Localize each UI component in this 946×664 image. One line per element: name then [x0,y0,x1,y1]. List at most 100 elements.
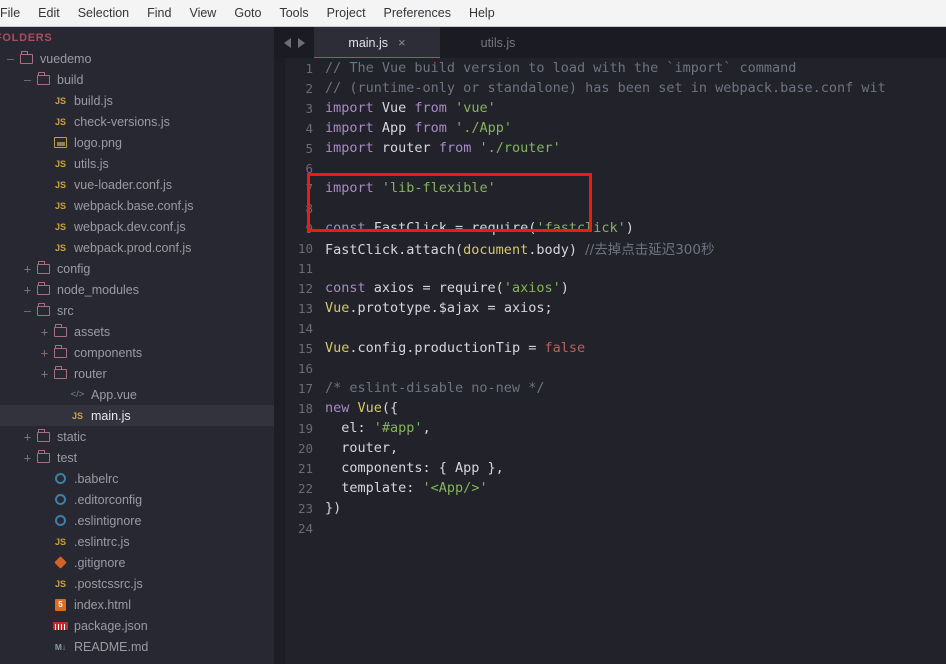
line-content: Vue.prototype.$ajax = axios; [323,300,553,316]
expand-icon[interactable]: + [38,347,51,359]
tree-file-webpack-base-conf-js[interactable]: JS webpack.base.conf.js [0,195,274,216]
tree-file-editorconfig[interactable]: .editorconfig [0,489,274,510]
expand-icon[interactable]: + [21,263,34,275]
tree-file-build-js[interactable]: JS build.js [0,90,274,111]
tree-file-gitignore[interactable]: .gitignore [0,552,274,573]
expand-icon[interactable]: + [38,326,51,338]
menu-item-help[interactable]: Help [460,2,504,25]
tree-file-main-js[interactable]: JS main.js [0,405,274,426]
code-lines[interactable]: 1 // The Vue build version to load with t… [274,58,946,664]
menu-item-tools[interactable]: Tools [270,2,317,25]
tab-close-icon[interactable]: × [398,36,406,49]
menu-item-project[interactable]: Project [318,2,375,25]
code-token: // The Vue build version to load with th… [325,60,797,76]
tab-utils-js[interactable]: utils.js [440,27,566,58]
tree-file-postcssrc-js[interactable]: JS .postcssrc.js [0,573,274,594]
menu-item-preferences[interactable]: Preferences [375,2,460,25]
code-token: ) [625,220,634,236]
tree-file-package-json[interactable]: package.json [0,615,274,636]
line-number: 3 [305,100,313,116]
tree-item-label: vue-loader.conf.js [74,177,172,192]
tree-folder-build[interactable]: – build [0,69,274,90]
line-content: // (runtime-only or standalone) has been… [323,80,886,96]
tree-file-eslintignore[interactable]: .eslintignore [0,510,274,531]
code-line[interactable]: 11 [274,258,946,278]
menu-item-selection[interactable]: Selection [69,2,138,25]
tab-next-arrow-icon[interactable] [297,37,305,48]
code-line[interactable]: 4 import App from './App' [274,118,946,138]
code-line[interactable]: 3 import Vue from 'vue' [274,98,946,118]
tree-folder-static[interactable]: + static [0,426,274,447]
open-tabs[interactable]: main.js × utils.js [314,27,566,58]
code-line[interactable]: 5 import router from './router' [274,138,946,158]
code-line[interactable]: 22 template: '<App/>' [274,478,946,498]
code-line[interactable]: 20 router, [274,438,946,458]
line-number: 19 [297,420,313,436]
tree-folder-config[interactable]: + config [0,258,274,279]
line-content: const FastClick = require('fastclick') [323,220,634,236]
tree-folder-test[interactable]: + test [0,447,274,468]
sidebar-file-tree[interactable]: FOLDERS – vuedemo – build JS build.js JS check-… [0,27,274,664]
code-line[interactable]: 14 [274,318,946,338]
tree-folder-node-modules[interactable]: + node_modules [0,279,274,300]
file-tree-list[interactable]: – vuedemo – build JS build.js JS check-versions… [0,48,274,657]
tree-file-utils-js[interactable]: JS utils.js [0,153,274,174]
tree-file-check-versions-js[interactable]: JS check-versions.js [0,111,274,132]
code-line[interactable]: 13 Vue.prototype.$ajax = axios; [274,298,946,318]
code-line[interactable]: 8 [274,198,946,218]
tree-file-app-vue[interactable]: </> App.vue [0,384,274,405]
tab-prev-arrow-icon[interactable] [283,37,291,48]
code-line[interactable]: 16 [274,358,946,378]
tree-folder-components[interactable]: + components [0,342,274,363]
menu-item-view[interactable]: View [180,2,225,25]
line-number: 16 [297,360,313,376]
line-number: 15 [297,340,313,356]
menu-item-find[interactable]: Find [138,2,180,25]
expand-icon[interactable]: + [21,452,34,464]
tree-folder-src[interactable]: – src [0,300,274,321]
code-line[interactable]: 18 new Vue({ [274,398,946,418]
tree-file-webpack-prod-conf-js[interactable]: JS webpack.prod.conf.js [0,237,274,258]
code-line[interactable]: 15 Vue.config.productionTip = false [274,338,946,358]
collapse-icon[interactable]: – [21,305,34,317]
menu-item-file[interactable]: File [0,2,29,25]
menu-item-edit[interactable]: Edit [29,2,69,25]
code-line[interactable]: 24 [274,518,946,538]
line-content: Vue.config.productionTip = false [323,340,585,356]
tree-folder-vuedemo[interactable]: – vuedemo [0,48,274,69]
code-line[interactable]: 6 [274,158,946,178]
code-line[interactable]: 12 const axios = require('axios') [274,278,946,298]
tree-file-eslintrc-js[interactable]: JS .eslintrc.js [0,531,274,552]
code-area[interactable]: 1 // The Vue build version to load with t… [274,58,946,664]
folder-icon [34,261,53,276]
code-token: .config.productionTip = [349,340,545,356]
tree-file-readme-md[interactable]: M↓ README.md [0,636,274,657]
tree-file-webpack-dev-conf-js[interactable]: JS webpack.dev.conf.js [0,216,274,237]
tab-main-js[interactable]: main.js × [314,27,440,58]
expand-icon[interactable]: + [21,431,34,443]
tab-nav-arrows[interactable] [274,27,314,58]
tree-item-label: App.vue [91,387,137,402]
code-line[interactable]: 9 const FastClick = require('fastclick') [274,218,946,238]
code-line[interactable]: 2 // (runtime-only or standalone) has bee… [274,78,946,98]
tree-file-vue-loader-conf-js[interactable]: JS vue-loader.conf.js [0,174,274,195]
code-line[interactable]: 23}) [274,498,946,518]
code-line[interactable]: 21 components: { App }, [274,458,946,478]
tree-folder-assets[interactable]: + assets [0,321,274,342]
tree-file-babelrc[interactable]: .babelrc [0,468,274,489]
menu-item-goto[interactable]: Goto [225,2,270,25]
collapse-icon[interactable]: – [4,53,17,65]
code-line[interactable]: 19 el: '#app', [274,418,946,438]
tree-file-logo-png[interactable]: logo.png [0,132,274,153]
expand-icon[interactable]: + [38,368,51,380]
code-token: /* eslint-disable no-new */ [325,380,545,396]
code-line[interactable]: 1 // The Vue build version to load with t… [274,58,946,78]
tree-folder-router[interactable]: + router [0,363,274,384]
collapse-icon[interactable]: – [21,74,34,86]
expand-icon[interactable]: + [21,284,34,296]
tree-file-index-html[interactable]: 5 index.html [0,594,274,615]
code-line[interactable]: 7 import 'lib-flexible' [274,178,946,198]
code-line[interactable]: 10 FastClick.attach(document.body) //去掉点击… [274,238,946,259]
code-token: from [414,100,447,116]
code-line[interactable]: 17 /* eslint-disable no-new */ [274,378,946,398]
